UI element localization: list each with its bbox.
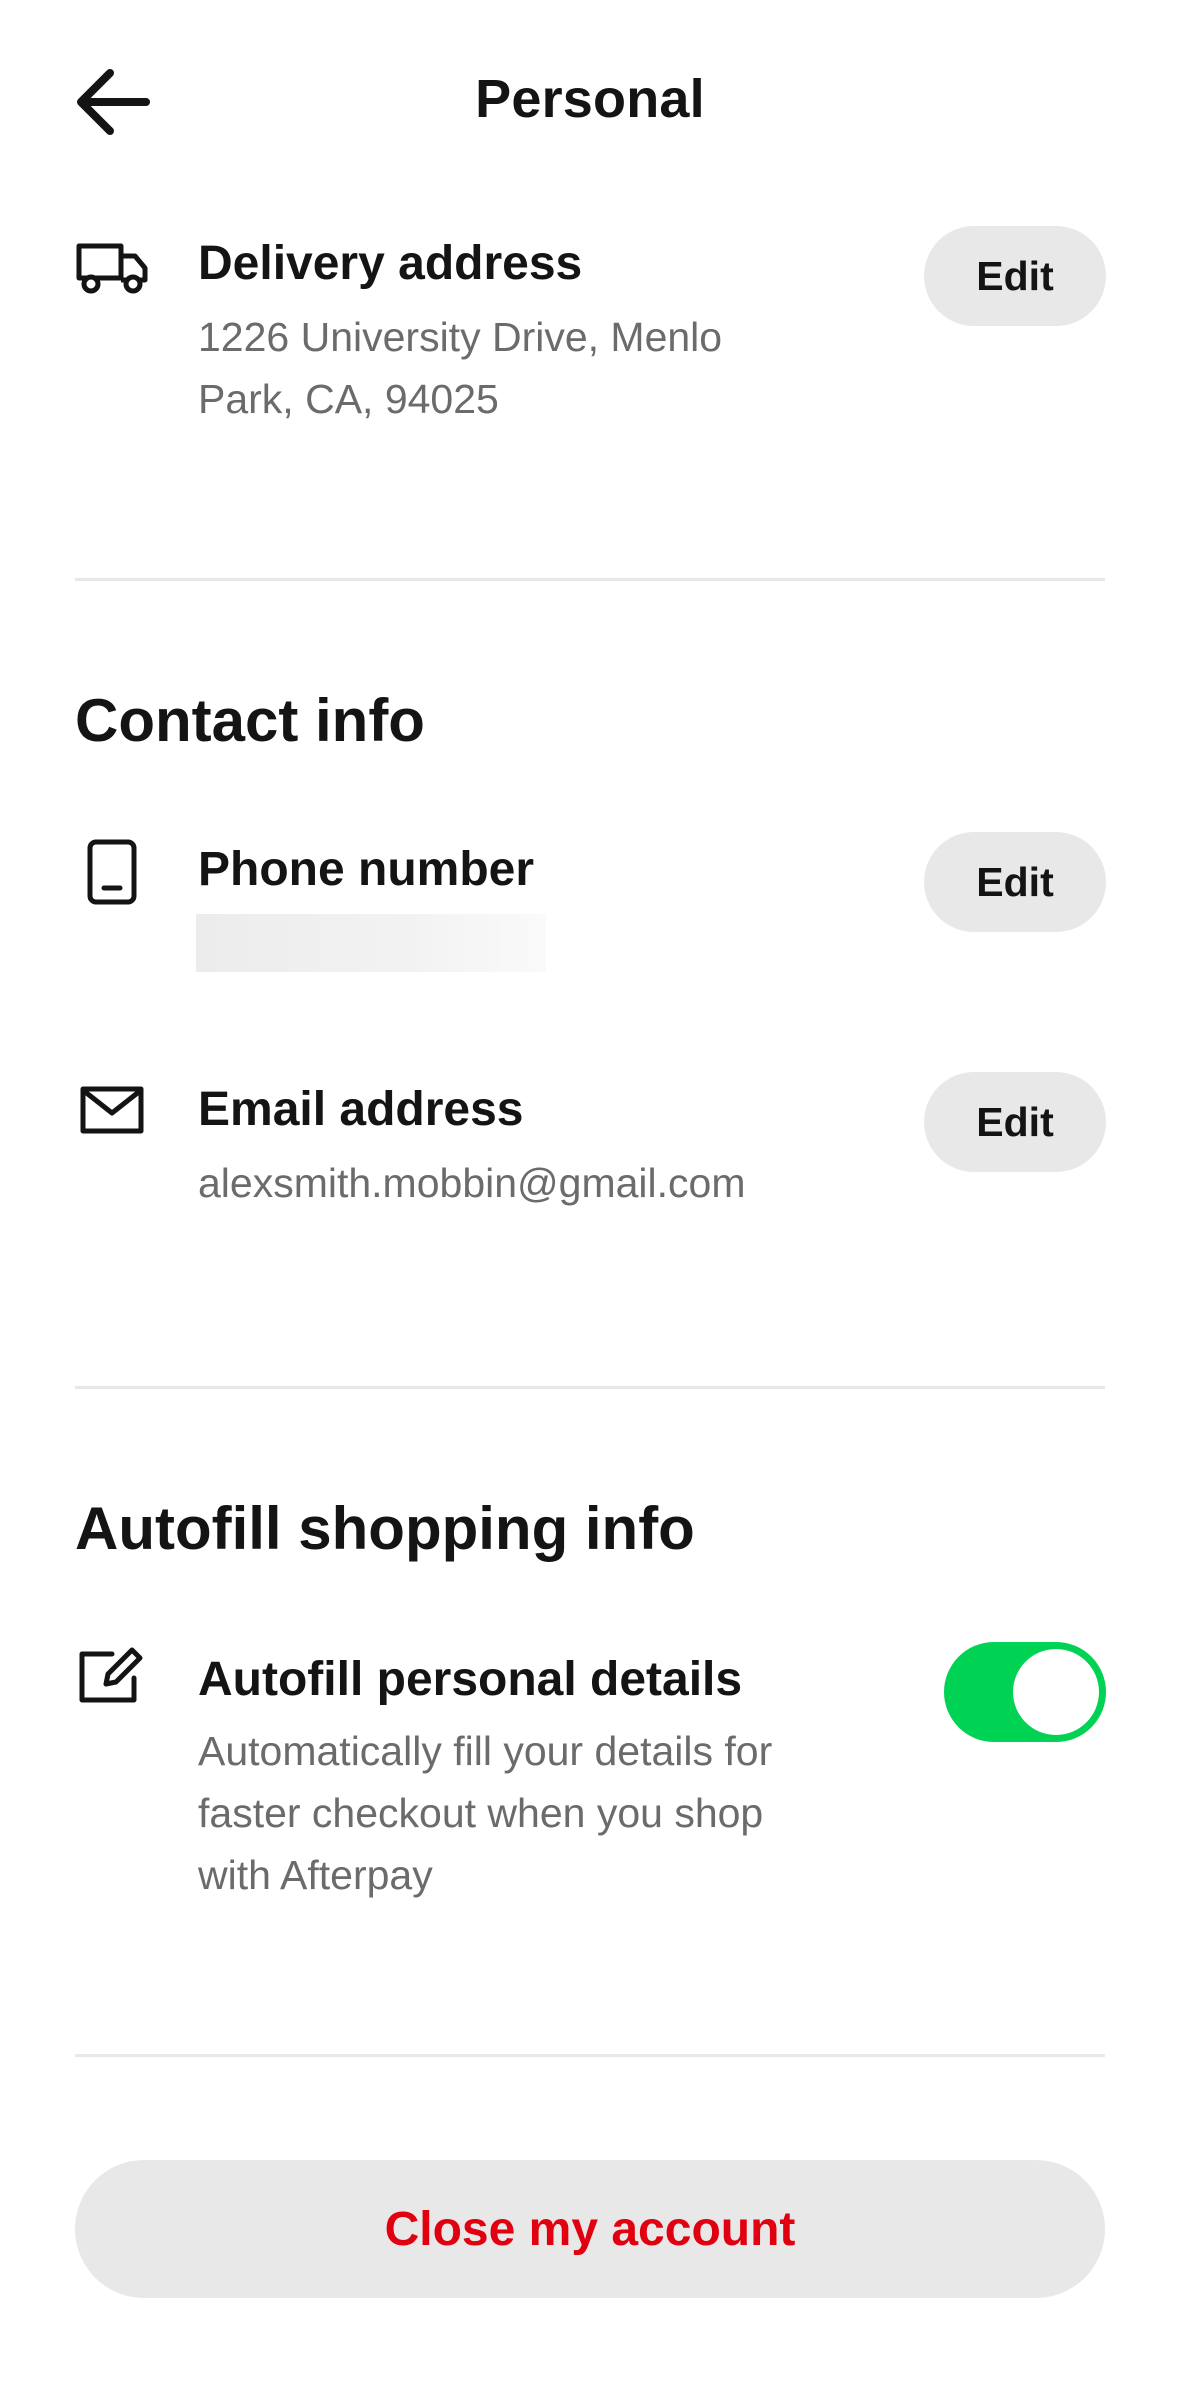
autofill-toggle[interactable] bbox=[944, 1642, 1106, 1742]
edit-square-icon bbox=[72, 1636, 152, 1716]
autofill-heading: Autofill shopping info bbox=[75, 1495, 695, 1562]
edit-email-address-button[interactable]: Edit bbox=[924, 1072, 1106, 1172]
delivery-address-line1: 1226 University Drive, Menlo bbox=[198, 314, 723, 360]
toggle-knob bbox=[1013, 1649, 1099, 1735]
phone-number-title: Phone number bbox=[198, 843, 535, 896]
divider bbox=[75, 578, 1105, 581]
delivery-address-title: Delivery address bbox=[198, 237, 583, 290]
autofill-personal-details-title: Autofill personal details bbox=[198, 1653, 743, 1706]
mail-icon bbox=[72, 1070, 152, 1150]
delivery-address-line2: Park, CA, 94025 bbox=[198, 376, 499, 422]
phone-icon bbox=[72, 832, 152, 912]
truck-icon bbox=[72, 228, 152, 308]
close-account-button[interactable]: Close my account bbox=[75, 2160, 1105, 2298]
email-address-title: Email address bbox=[198, 1083, 524, 1136]
autofill-description-line3: with Afterpay bbox=[198, 1852, 433, 1898]
autofill-description-line1: Automatically fill your details for bbox=[198, 1728, 773, 1774]
divider bbox=[75, 2054, 1105, 2057]
page-title: Personal bbox=[475, 69, 705, 129]
email-address-value: alexsmith.mobbin@gmail.com bbox=[198, 1160, 746, 1206]
autofill-description-line2: faster checkout when you shop bbox=[198, 1790, 764, 1836]
contact-info-heading: Contact info bbox=[75, 687, 425, 754]
edit-phone-number-button[interactable]: Edit bbox=[924, 832, 1106, 932]
edit-delivery-address-button[interactable]: Edit bbox=[924, 226, 1106, 326]
phone-number-value bbox=[196, 914, 546, 972]
divider bbox=[75, 1386, 1105, 1389]
